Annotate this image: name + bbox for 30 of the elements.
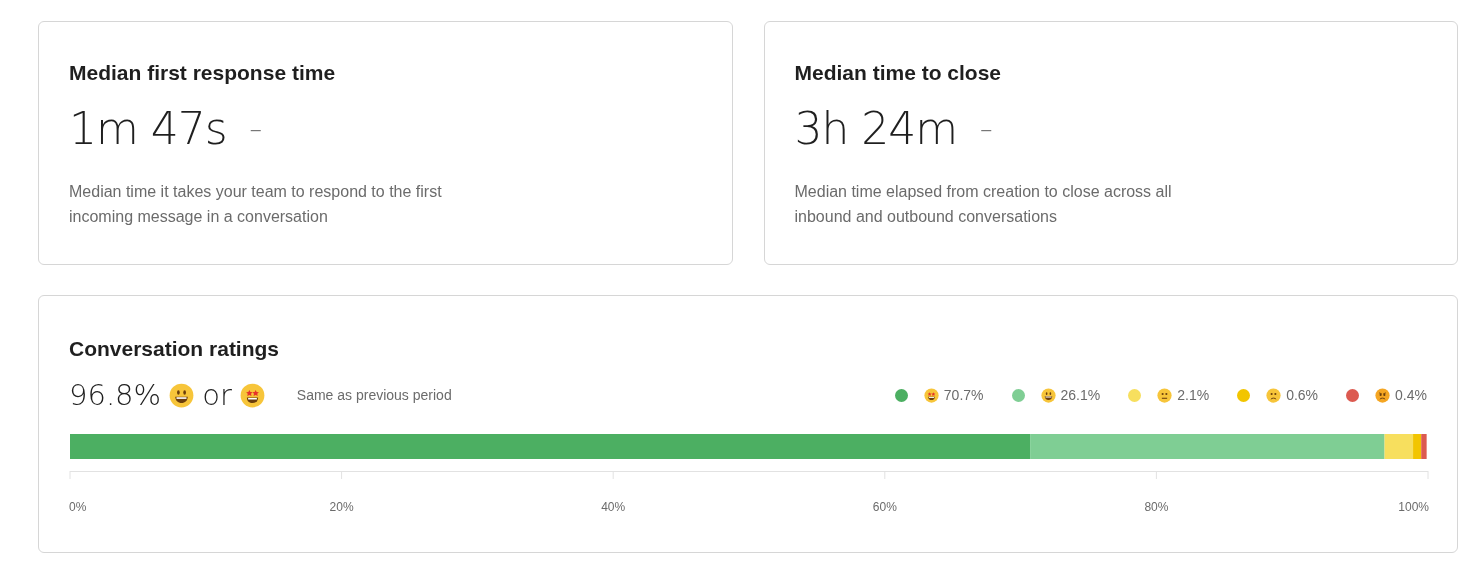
grinning-face-icon	[1040, 388, 1056, 404]
metric-description: Median time it takes your team to respond to the first incoming message in a conversation	[69, 182, 443, 228]
legend-value: 0.6%	[1286, 386, 1319, 406]
connector-text: or	[202, 381, 232, 411]
metric-title: Median time to close	[794, 60, 1003, 86]
tick-label: 60%	[872, 500, 897, 515]
legend-value: 0.4%	[1395, 386, 1427, 406]
legend-value: 2.1%	[1177, 386, 1210, 406]
star-eyes-emoji-icon	[239, 383, 265, 409]
change-indicator: –	[981, 117, 992, 141]
rating-percentage: 96.8%	[69, 381, 162, 411]
legend-value: 26.1%	[1060, 386, 1101, 406]
legend-value: 70.7%	[943, 386, 984, 406]
neutral-face-icon	[1157, 388, 1173, 404]
card-title: Conversation ratings	[69, 336, 281, 362]
change-indicator: –	[250, 117, 261, 141]
grinning-face-icon	[169, 383, 195, 409]
tick-label: 0%	[69, 500, 87, 515]
metric-value: 1m 47s	[69, 107, 227, 152]
comparison-text: Same as previous period	[296, 386, 452, 406]
star-eyes-emoji-icon	[923, 388, 939, 404]
tick-label: 100%	[1398, 500, 1429, 515]
metric-title: Median first response time	[69, 60, 337, 86]
tick-label: 80%	[1144, 500, 1169, 515]
metric-value: 3h 24m	[794, 107, 958, 152]
tick-label: 40%	[601, 500, 626, 515]
tick-label: 20%	[329, 500, 354, 515]
frowning-face-icon	[1266, 388, 1282, 404]
angry-face-icon	[1375, 388, 1391, 404]
metric-description: Median time elapsed from creation to close across all inbound and outbound conversations	[794, 182, 1173, 228]
